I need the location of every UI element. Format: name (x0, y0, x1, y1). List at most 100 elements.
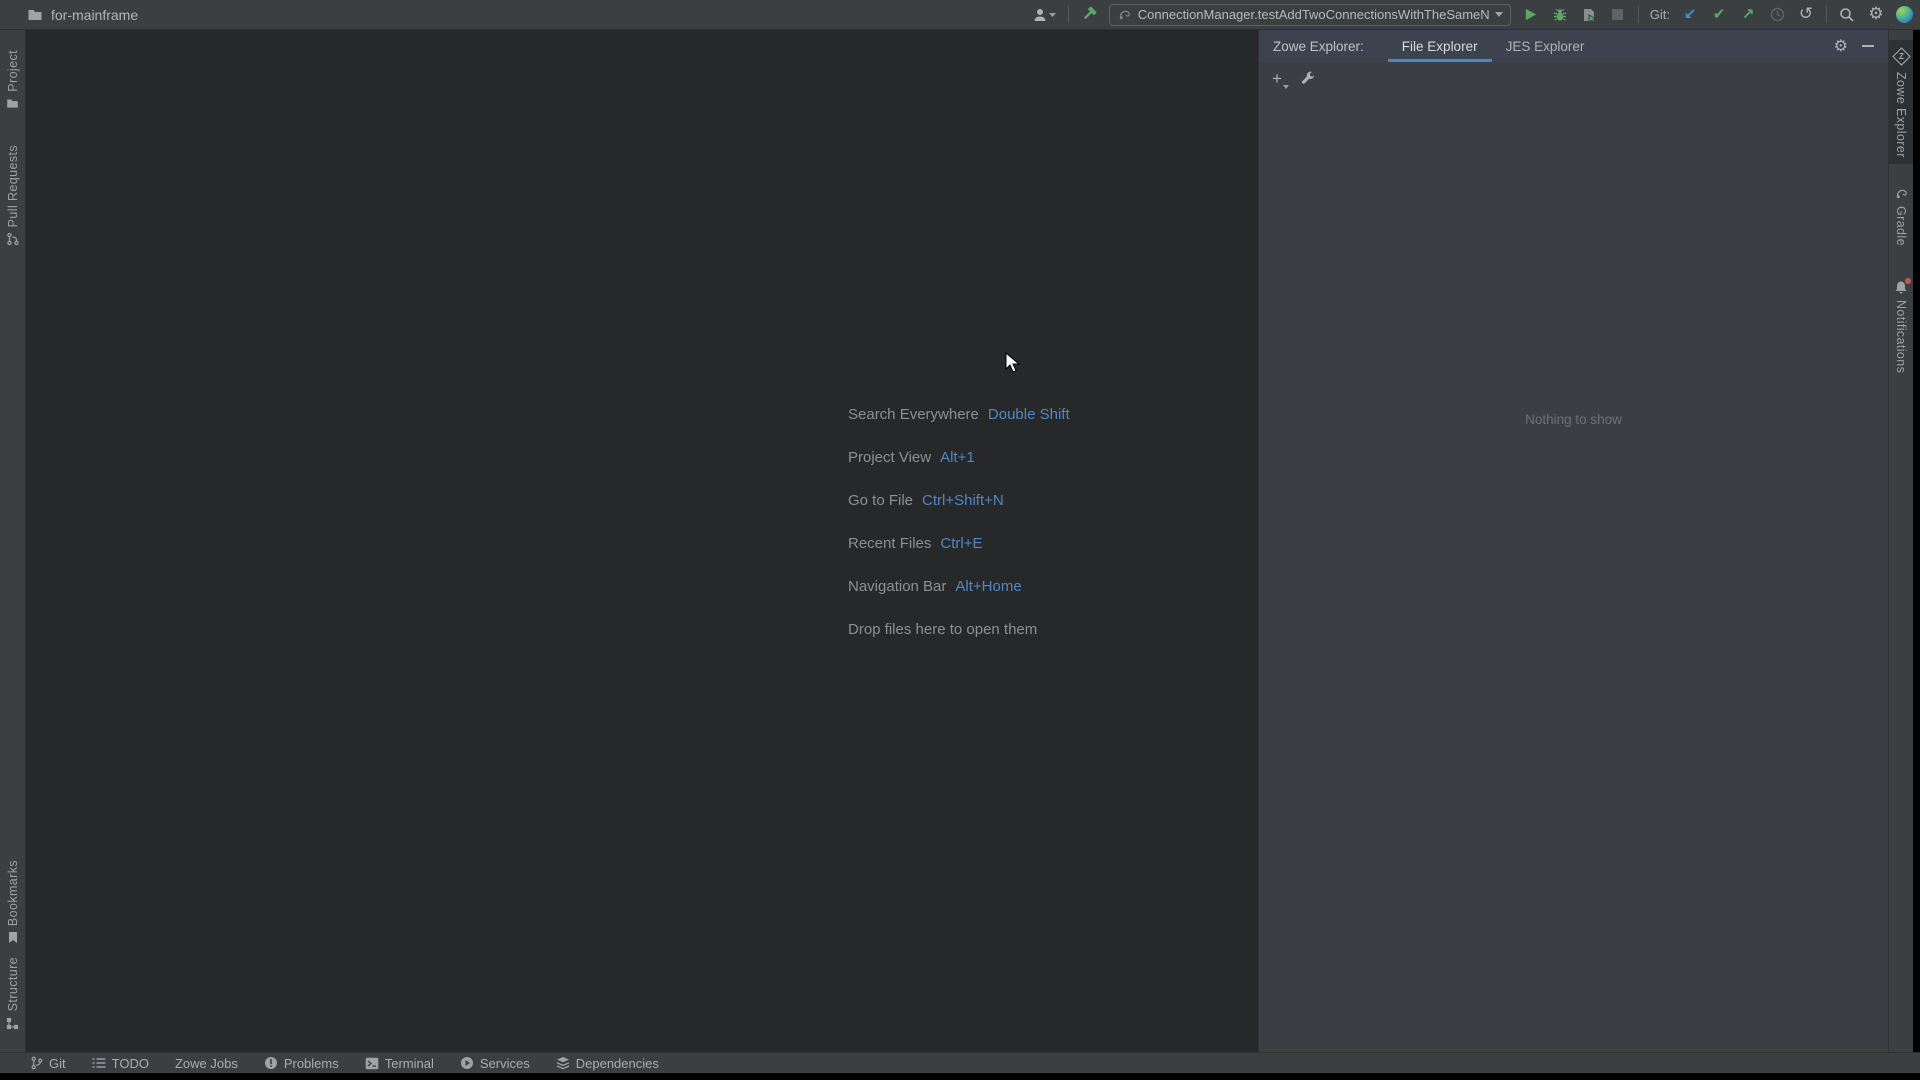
shortcut-row: Go to File Ctrl+Shift+N (848, 479, 1070, 522)
sidebar-item-gradle[interactable]: Gradle (1889, 180, 1913, 252)
bookmarks-stripe-label: Bookmarks (5, 859, 20, 926)
zowe-panel-toolbar: + (1259, 62, 1888, 94)
run-with-coverage-button[interactable] (1580, 6, 1598, 24)
toolbar-separator (1826, 6, 1827, 23)
git-push-icon[interactable]: ↗ (1739, 6, 1757, 24)
statusbar-label: Dependencies (575, 1055, 659, 1071)
run-configuration-select[interactable]: ConnectionManager.testAddTwoConnectionsW… (1108, 3, 1511, 26)
gradle-elephant-icon (1894, 186, 1909, 201)
tab-jes-explorer[interactable]: JES Explorer (1492, 30, 1599, 62)
pull-requests-stripe-label: Pull Requests (5, 144, 20, 228)
settings-gear-icon[interactable]: ⚙ (1867, 6, 1885, 24)
shortcut-keys: Alt+1 (940, 449, 975, 466)
project-stripe-label: Project (5, 50, 20, 92)
statusbar-item-dependencies[interactable]: Dependencies (556, 1056, 659, 1071)
shortcut-row: Recent Files Ctrl+E (848, 522, 1070, 565)
shortcut-label: Recent Files (848, 535, 932, 552)
folder-icon (6, 97, 20, 111)
screen-right-margin (1913, 30, 1920, 1052)
main-toolbar: ConnectionManager.testAddTwoConnectionsW… (1031, 3, 1920, 26)
statusbar-item-zowe-jobs[interactable]: Zowe Jobs (175, 1056, 238, 1071)
sidebar-item-notifications[interactable]: Notifications (1889, 274, 1913, 379)
statusbar-item-terminal[interactable]: Terminal (365, 1056, 434, 1071)
tab-file-explorer[interactable]: File Explorer (1387, 30, 1492, 62)
statusbar-item-problems[interactable]: Problems (264, 1056, 339, 1071)
statusbar-label: TODO (111, 1055, 149, 1071)
sidebar-item-pull-requests[interactable]: Pull Requests (0, 139, 25, 252)
notifications-bell-icon (1894, 277, 1911, 295)
sidebar-item-structure[interactable]: Structure (0, 951, 25, 1036)
shortcut-hints: Search Everywhere Double Shift Project V… (848, 393, 1070, 651)
panel-settings-gear-icon[interactable]: ⚙ (1834, 38, 1848, 54)
editor-area: Search Everywhere Double Shift Project V… (26, 30, 1258, 1052)
project-name: for-mainframe (51, 6, 139, 23)
statusbar-label: Problems (283, 1055, 339, 1071)
notifications-stripe-label: Notifications (1894, 299, 1908, 374)
statusbar-label: Terminal (384, 1055, 434, 1071)
user-profile-icon[interactable] (1031, 6, 1057, 24)
shortcut-label: Navigation Bar (848, 578, 947, 595)
panel-header-actions: ⚙ (1834, 30, 1888, 62)
zowe-panel-title: Zowe Explorer: (1273, 38, 1364, 54)
tab-label: File Explorer (1401, 38, 1478, 54)
toolbar-separator (1637, 6, 1639, 23)
drop-files-hint: Drop files here to open them (848, 621, 1038, 638)
ide-window: for-mainframe ConnectionManager.testAddT… (0, 0, 1920, 1073)
sidebar-item-project[interactable]: Project (0, 44, 25, 117)
bookmark-icon (6, 931, 20, 945)
statusbar-label: Git (49, 1055, 66, 1071)
structure-stripe-label: Structure (5, 956, 20, 1011)
search-everywhere-icon[interactable] (1838, 6, 1856, 24)
shortcut-label: Go to File (848, 492, 914, 509)
chevron-down-icon (1494, 12, 1503, 17)
plus-icon: + (1272, 68, 1282, 88)
stop-button (1609, 6, 1627, 24)
debug-button[interactable] (1551, 6, 1569, 24)
status-bar: Git TODO Zowe Jobs Problems Terminal Ser… (0, 1052, 1920, 1073)
shortcut-keys: Double Shift (987, 406, 1070, 423)
wrench-settings-icon[interactable] (1300, 69, 1318, 87)
hide-panel-icon[interactable] (1862, 45, 1874, 47)
statusbar-item-git[interactable]: Git (30, 1056, 66, 1071)
project-widget[interactable]: for-mainframe (0, 6, 138, 24)
shortcut-row: Project View Alt+1 (848, 436, 1070, 479)
mouse-cursor (1005, 352, 1021, 374)
statusbar-item-services[interactable]: Services (460, 1056, 530, 1071)
gradle-task-icon (1117, 7, 1132, 22)
shortcut-label: Project View (848, 449, 932, 466)
statusbar-label: Services (479, 1055, 530, 1071)
gradle-stripe-label: Gradle (1894, 205, 1908, 246)
title-bar: for-mainframe ConnectionManager.testAddT… (0, 0, 1920, 30)
right-tool-stripe: Z Zowe Explorer Gradle Notifications (1888, 30, 1913, 1052)
run-button[interactable] (1522, 6, 1540, 24)
structure-icon (6, 1016, 20, 1030)
shortcut-label: Search Everywhere (848, 406, 979, 423)
profile-sphere-icon[interactable] (1896, 6, 1913, 23)
mini-chevron-down-icon (1282, 84, 1289, 89)
sidebar-item-zowe-explorer[interactable]: Z Zowe Explorer (1889, 40, 1913, 164)
left-tool-stripe: Project Pull Requests Bookmarks Structur… (0, 30, 26, 1052)
statusbar-item-todo[interactable]: TODO (92, 1056, 149, 1071)
empty-state-text: Nothing to show (1525, 412, 1622, 427)
tab-label: JES Explorer (1505, 38, 1585, 54)
history-icon (1768, 6, 1786, 24)
git-update-icon[interactable]: ↙ (1681, 6, 1699, 24)
notification-badge (1905, 277, 1911, 284)
shortcut-keys: Ctrl+E (940, 535, 983, 552)
zowe-explorer-panel: Zowe Explorer: File Explorer JES Explore… (1258, 30, 1888, 1052)
zowe-stripe-label: Zowe Explorer (1894, 72, 1908, 158)
build-hammer-icon[interactable] (1080, 6, 1098, 24)
toolbar-separator (1067, 6, 1069, 23)
shortcut-row: Navigation Bar Alt+Home (848, 565, 1070, 608)
main-area: Project Pull Requests Bookmarks Structur… (0, 30, 1920, 1052)
sidebar-item-bookmarks[interactable]: Bookmarks (0, 854, 25, 951)
git-commit-icon[interactable]: ✔ (1710, 6, 1728, 24)
rollback-icon[interactable]: ↺ (1797, 6, 1815, 24)
add-connection-button[interactable]: + (1272, 68, 1289, 89)
git-label: Git: (1649, 7, 1670, 22)
zowe-panel-body: Nothing to show (1259, 94, 1888, 1052)
zowe-diamond-icon: Z (1891, 47, 1911, 66)
pull-request-icon (6, 232, 20, 246)
folder-icon (26, 6, 44, 24)
shortcut-keys: Alt+Home (955, 578, 1022, 595)
